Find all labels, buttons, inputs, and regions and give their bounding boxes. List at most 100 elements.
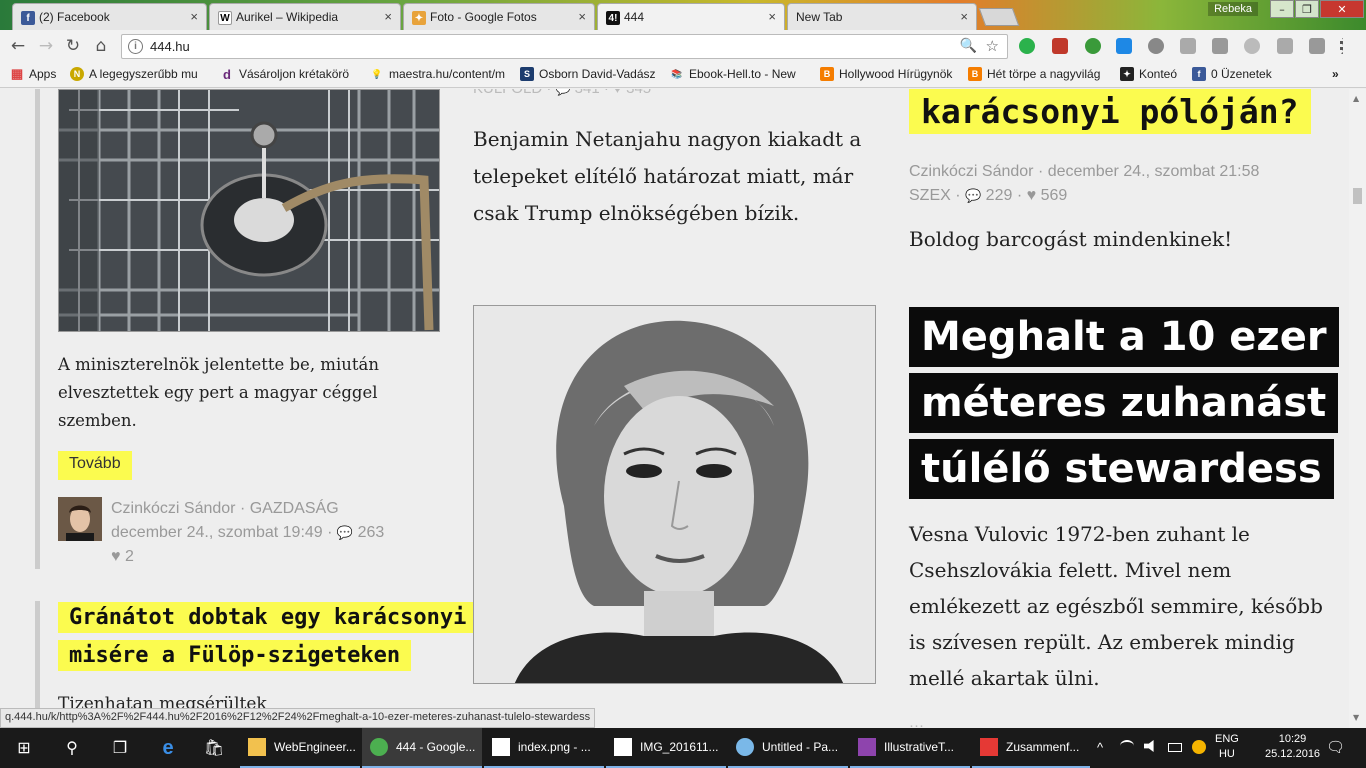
volume-icon[interactable] — [1144, 740, 1154, 752]
comment-count[interactable]: 341 — [575, 89, 600, 97]
forward-arrow-icon[interactable]: → — [36, 36, 56, 56]
system-clock[interactable]: 10:29 25.12.2016 — [1265, 732, 1320, 762]
task-view-icon[interactable]: ❐ — [100, 728, 140, 768]
extension-icon[interactable] — [1212, 38, 1228, 54]
extension-icon[interactable] — [1180, 38, 1196, 54]
heart-icon[interactable]: ♥ — [111, 548, 121, 565]
back-arrow-icon[interactable]: ← — [8, 36, 28, 56]
taskbar-app[interactable]: WebEngineer... — [240, 728, 360, 768]
bookmark-star-icon[interactable]: ☆ — [986, 37, 999, 55]
bookmark-item[interactable]: N A legegyszerűbb mu — [70, 67, 206, 81]
edge-icon[interactable]: e — [148, 728, 188, 768]
extension-icon[interactable] — [1244, 38, 1260, 54]
maximize-button[interactable]: ❐ — [1295, 0, 1319, 18]
taskbar-app[interactable]: Untitled - Pa... — [728, 728, 848, 768]
reload-icon[interactable]: ↻ — [63, 36, 83, 56]
article-image-factory[interactable] — [58, 89, 440, 332]
scroll-down-icon[interactable]: ▼ — [1353, 713, 1359, 722]
taskbar-app[interactable]: IMG_201611... — [606, 728, 726, 768]
address-bar[interactable]: i 444.hu 🔍 ☆ — [121, 34, 1008, 59]
extension-icon[interactable] — [1019, 38, 1035, 54]
bookmark-item[interactable]: 📚 Ebook-Hell.to - New — [670, 67, 806, 81]
page-scrollbar[interactable]: ▲ ▼ — [1349, 89, 1366, 728]
tab-google-photos[interactable]: ✦ Foto - Google Fotos × — [403, 3, 595, 30]
tab-wikipedia[interactable]: W Aurikel – Wikipedia × — [209, 3, 401, 30]
taskbar-app[interactable]: index.png - ... — [484, 728, 604, 768]
zoom-icon[interactable]: 🔍 — [960, 38, 977, 54]
heart-icon[interactable]: ♥ — [613, 89, 622, 97]
article-headline-line[interactable]: méteres zuhanást — [909, 373, 1339, 433]
wifi-icon[interactable] — [1120, 740, 1134, 752]
tray-chevron-icon[interactable]: ^ — [1097, 740, 1103, 755]
author-name[interactable]: Czinkóczi Sándor — [909, 163, 1034, 180]
more-bookmarks-icon[interactable]: » — [1332, 67, 1346, 81]
comment-count[interactable]: 263 — [358, 524, 385, 541]
input-language[interactable]: ENG HU — [1215, 732, 1239, 762]
taskbar-app[interactable]: Zusammenf... — [972, 728, 1090, 768]
site-icon: ✦ — [1120, 67, 1134, 81]
clock-time: 10:29 — [1278, 733, 1307, 745]
comment-icon: 💬 — [965, 188, 982, 203]
article-headline[interactable]: misére a Fülöp-szigeteken — [58, 640, 412, 671]
read-more-button[interactable]: Tovább — [58, 451, 132, 480]
taskbar-app[interactable]: IllustrativeT... — [850, 728, 970, 768]
article-lead: Vesna Vulovic 1972-ben zuhant le Csehszl… — [909, 522, 1323, 690]
close-window-button[interactable]: ✕ — [1320, 0, 1364, 18]
menu-icon[interactable] — [1340, 38, 1346, 54]
start-icon[interactable]: ⊞ — [4, 728, 44, 768]
store-icon[interactable]: 🛍 — [194, 728, 234, 768]
adblock-icon[interactable] — [1052, 38, 1068, 54]
bookmark-item[interactable]: S Osborn David-Vadász — [520, 67, 656, 81]
publish-date: december 24., szombat 21:58 — [1047, 163, 1260, 180]
home-icon[interactable]: ⌂ — [91, 36, 111, 56]
bookmark-item[interactable]: f 0 Üzenetek — [1192, 67, 1282, 81]
site-info-icon[interactable]: i — [128, 39, 143, 54]
search-icon[interactable]: ⚲ — [52, 728, 92, 768]
extension-icon[interactable] — [1309, 38, 1325, 54]
close-tab-icon[interactable]: × — [960, 9, 968, 24]
bookmark-item[interactable]: d Vásároljon krétakörö — [220, 67, 356, 81]
section-link[interactable]: KÜLFÖLD — [473, 89, 542, 97]
avatar[interactable] — [58, 497, 102, 541]
article-headline[interactable]: karácsonyi pólóján? — [909, 89, 1311, 134]
comment-count[interactable]: 229 — [986, 187, 1013, 204]
bookmark-item[interactable]: 💡 maestra.hu/content/m — [370, 67, 508, 81]
section-link[interactable]: GAZDASÁG — [250, 500, 339, 517]
tab-facebook[interactable]: f (2) Facebook × — [12, 3, 207, 30]
scrollbar-thumb[interactable] — [1353, 188, 1362, 204]
new-tab-button[interactable] — [978, 8, 1020, 26]
taskbar-app-label: IllustrativeT... — [884, 740, 955, 754]
section-link[interactable]: SZEX — [909, 187, 951, 204]
close-tab-icon[interactable]: × — [190, 9, 198, 24]
article-byline: Czinkóczi Sándor · december 24., szombat… — [909, 160, 1329, 208]
article-image-portrait[interactable] — [473, 305, 876, 684]
bookmark-item[interactable]: ✦ Konteó — [1120, 67, 1184, 81]
tab-444[interactable]: 4! 444 × — [597, 3, 785, 30]
profile-name[interactable]: Rebeka — [1208, 2, 1258, 16]
battery-icon[interactable] — [1168, 743, 1182, 752]
article-headline-line[interactable]: túlélő stewardess — [909, 439, 1334, 499]
tab-new-tab[interactable]: New Tab × — [787, 3, 977, 30]
apps-grid-icon: ▦ — [10, 67, 24, 81]
extension-icon[interactable] — [1277, 38, 1293, 54]
minimize-button[interactable]: – — [1270, 0, 1294, 18]
notification-icon[interactable]: 🗨 — [1326, 738, 1345, 756]
close-tab-icon[interactable]: × — [578, 9, 586, 24]
tray-app-icon[interactable] — [1192, 740, 1206, 754]
extension-icon[interactable] — [1085, 38, 1101, 54]
extension-icon[interactable] — [1148, 38, 1164, 54]
taskbar-app-label: 444 - Google... — [396, 740, 476, 754]
address-url[interactable]: 444.hu — [150, 39, 190, 54]
scroll-up-icon[interactable]: ▲ — [1353, 94, 1359, 103]
bookmark-item[interactable]: B Hollywood Hírügynök — [820, 67, 956, 81]
taskbar-app[interactable]: 444 - Google... — [362, 728, 482, 768]
skype-icon[interactable] — [1116, 38, 1132, 54]
article-headline-line[interactable]: Meghalt a 10 ezer — [909, 307, 1339, 367]
bookmark-apps[interactable]: ▦ Apps — [10, 67, 66, 81]
close-tab-icon[interactable]: × — [384, 9, 392, 24]
bookmark-item[interactable]: B Hét törpe a nagyvilág — [968, 67, 1108, 81]
author-name[interactable]: Czinkóczi Sándor — [111, 500, 236, 517]
close-tab-icon[interactable]: × — [768, 9, 776, 24]
article-headline[interactable]: Gránátot dobtak egy karácsonyi — [58, 602, 478, 633]
heart-icon[interactable]: ♥ — [1027, 187, 1037, 204]
